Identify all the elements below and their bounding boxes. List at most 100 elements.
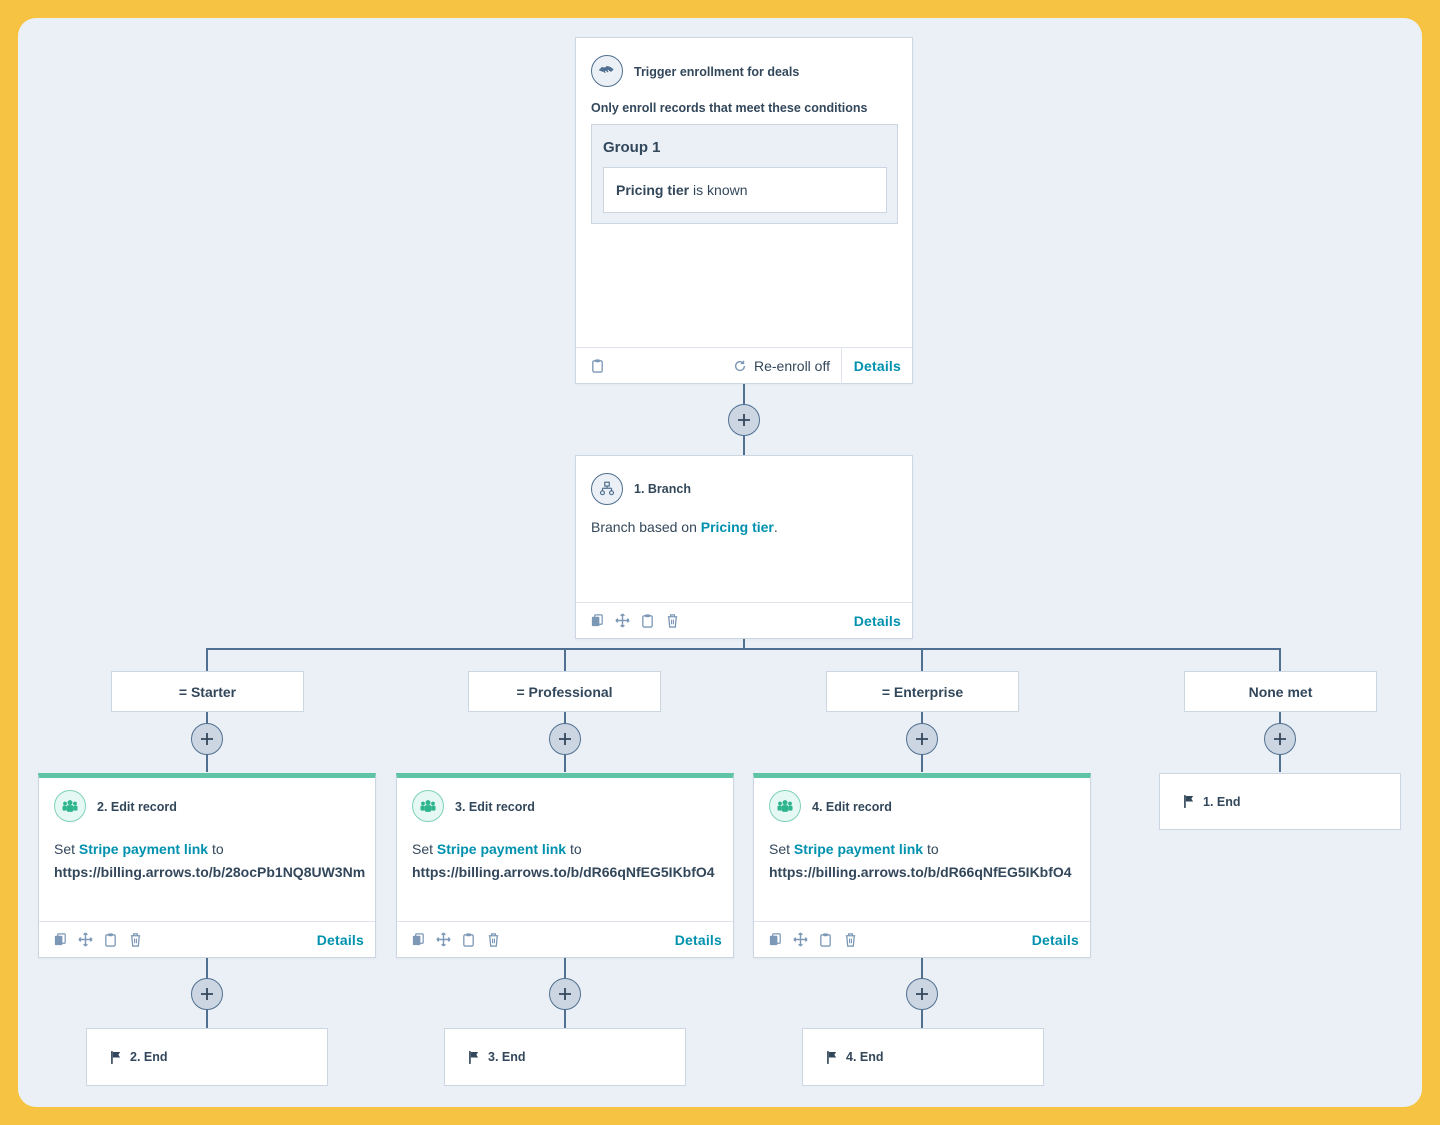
edit-record-title: 4. Edit record <box>812 800 892 814</box>
copy-icon[interactable] <box>52 932 68 948</box>
set-suffix: to <box>208 841 224 857</box>
property-link[interactable]: Stripe payment link <box>437 841 566 857</box>
end-label: 2. End <box>130 1050 168 1064</box>
flag-icon <box>469 1050 479 1064</box>
branch-details-link[interactable]: Details <box>854 613 901 629</box>
condition-operator: is known <box>693 182 748 198</box>
workflow-canvas: Trigger enrollment for deals Only enroll… <box>18 18 1422 1107</box>
trigger-details-link[interactable]: Details <box>854 358 901 374</box>
branch-description: Branch based on Pricing tier. <box>591 519 778 535</box>
property-value: https://billing.arrows.to/b/dR66qNfEG5IK… <box>412 864 715 880</box>
edit-record-card[interactable]: 3. Edit record Set Stripe payment link t… <box>396 773 734 958</box>
plus-icon <box>916 988 928 1000</box>
move-icon[interactable] <box>77 932 93 948</box>
set-prefix: Set <box>54 841 79 857</box>
trigger-footer: Re-enroll off Details <box>576 347 912 384</box>
add-action-button[interactable] <box>1264 723 1296 755</box>
end-card[interactable]: 4. End <box>802 1028 1044 1086</box>
clipboard-icon[interactable] <box>460 932 476 948</box>
plus-icon <box>559 733 571 745</box>
branch-footer: Details <box>576 602 912 638</box>
set-prefix: Set <box>769 841 794 857</box>
branch-label-none-met[interactable]: None met <box>1184 671 1377 712</box>
branch-label-professional[interactable]: = Professional <box>468 671 661 712</box>
plus-icon <box>1274 733 1286 745</box>
add-action-button[interactable] <box>191 978 223 1010</box>
people-icon <box>54 790 86 822</box>
clipboard-icon[interactable] <box>102 932 118 948</box>
edit-record-body: Set Stripe payment link to https://billi… <box>769 840 1090 881</box>
add-action-button[interactable] <box>906 978 938 1010</box>
clipboard-icon[interactable] <box>639 613 655 629</box>
edit-record-body: Set Stripe payment link to https://billi… <box>54 840 375 881</box>
condition-property: Pricing tier <box>616 182 690 198</box>
footer-divider <box>841 348 842 384</box>
refresh-icon <box>734 360 746 371</box>
property-link[interactable]: Stripe payment link <box>79 841 208 857</box>
branch-title: 1. Branch <box>634 482 691 496</box>
end-label: 4. End <box>846 1050 884 1064</box>
reenroll-toggle[interactable]: Re-enroll off <box>733 358 830 374</box>
plus-icon <box>916 733 928 745</box>
trash-icon[interactable] <box>127 932 143 948</box>
move-icon[interactable] <box>435 932 451 948</box>
add-action-button[interactable] <box>906 723 938 755</box>
end-card[interactable]: 2. End <box>86 1028 328 1086</box>
end-label: 3. End <box>488 1050 526 1064</box>
edit-record-body: Set Stripe payment link to https://billi… <box>412 840 733 881</box>
clipboard-icon[interactable] <box>817 932 833 948</box>
condition-filter[interactable]: Pricing tier is known <box>603 167 887 213</box>
add-action-button[interactable] <box>549 978 581 1010</box>
trigger-subtitle: Only enroll records that meet these cond… <box>591 101 868 115</box>
set-suffix: to <box>566 841 582 857</box>
edit-record-footer: Details <box>754 921 1090 957</box>
move-icon[interactable] <box>614 613 630 629</box>
trash-icon[interactable] <box>842 932 858 948</box>
branch-text-suffix: . <box>773 519 778 535</box>
property-link[interactable]: Stripe payment link <box>794 841 923 857</box>
copy-icon[interactable] <box>410 932 426 948</box>
plus-icon <box>559 988 571 1000</box>
edit-record-details-link[interactable]: Details <box>317 932 364 948</box>
edit-record-card[interactable]: 2. Edit record Set Stripe payment link t… <box>38 773 376 958</box>
trash-icon[interactable] <box>485 932 501 948</box>
people-icon <box>412 790 444 822</box>
set-suffix: to <box>923 841 939 857</box>
end-card[interactable]: 1. End <box>1159 773 1401 830</box>
copy-icon[interactable] <box>589 613 605 629</box>
handshake-icon <box>591 55 623 87</box>
branch-icon <box>591 473 623 505</box>
edit-record-title: 3. Edit record <box>455 800 535 814</box>
edit-record-details-link[interactable]: Details <box>675 932 722 948</box>
add-action-button[interactable] <box>549 723 581 755</box>
edit-record-title: 2. Edit record <box>97 800 177 814</box>
edit-record-card[interactable]: 4. Edit record Set Stripe payment link t… <box>753 773 1091 958</box>
trigger-card[interactable]: Trigger enrollment for deals Only enroll… <box>575 37 913 384</box>
edit-record-footer: Details <box>39 921 375 957</box>
trash-icon[interactable] <box>664 613 680 629</box>
group-label: Group 1 <box>603 139 661 156</box>
flag-icon <box>1184 795 1194 808</box>
flag-icon <box>827 1050 837 1064</box>
branch-label-starter[interactable]: = Starter <box>111 671 304 712</box>
set-prefix: Set <box>412 841 437 857</box>
flag-icon <box>111 1050 121 1064</box>
property-value: https://billing.arrows.to/b/28ocPb1NQ8UW… <box>54 864 366 880</box>
clipboard-icon[interactable] <box>589 358 605 374</box>
move-icon[interactable] <box>792 932 808 948</box>
condition-group[interactable]: Group 1 Pricing tier is known <box>591 124 898 224</box>
branch-connector-line <box>206 648 1281 650</box>
edit-record-details-link[interactable]: Details <box>1032 932 1079 948</box>
end-card[interactable]: 3. End <box>444 1028 686 1086</box>
branch-text-prefix: Branch based on <box>591 519 701 535</box>
branch-label-enterprise[interactable]: = Enterprise <box>826 671 1019 712</box>
add-action-button[interactable] <box>728 404 760 436</box>
people-icon <box>769 790 801 822</box>
copy-icon[interactable] <box>767 932 783 948</box>
add-action-button[interactable] <box>191 723 223 755</box>
end-label: 1. End <box>1203 794 1241 809</box>
plus-icon <box>201 733 213 745</box>
branch-property-link[interactable]: Pricing tier <box>701 519 774 535</box>
property-value: https://billing.arrows.to/b/dR66qNfEG5IK… <box>769 864 1072 880</box>
branch-card[interactable]: 1. Branch Branch based on Pricing tier. … <box>575 455 913 639</box>
